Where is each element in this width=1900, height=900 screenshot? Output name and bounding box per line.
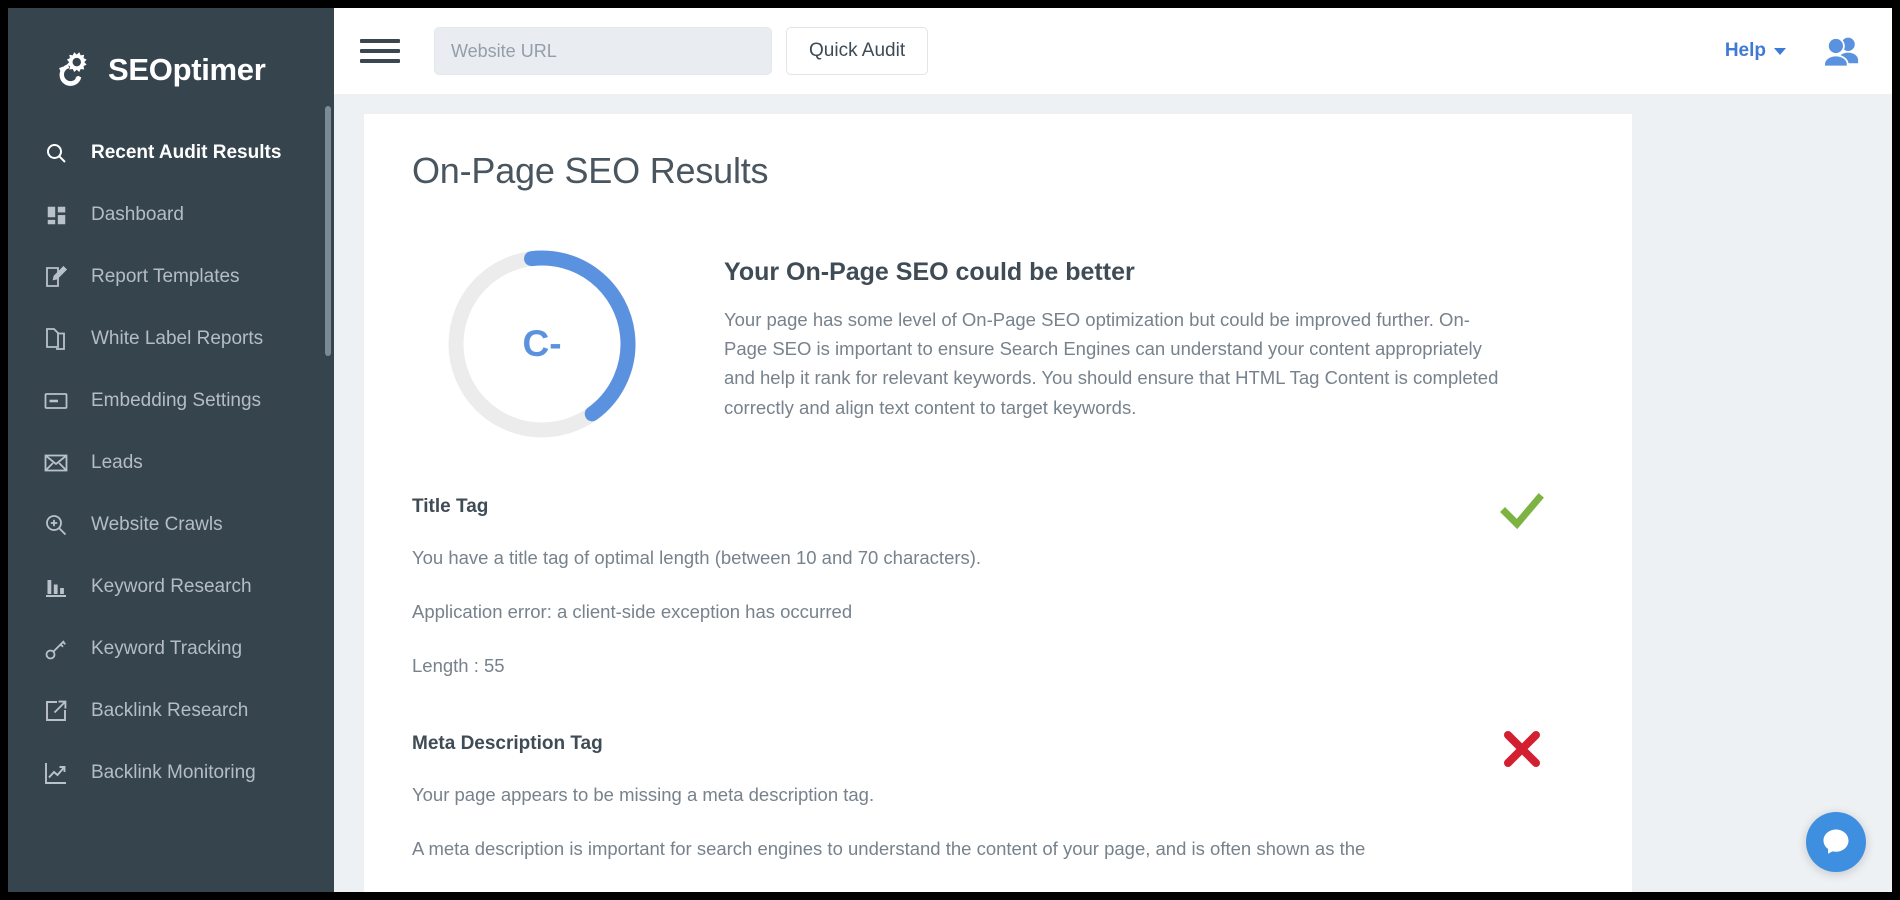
seo-score-grade: C- — [444, 246, 640, 442]
embed-card-icon — [43, 388, 69, 414]
trend-up-chart-icon — [43, 760, 69, 786]
main-content: On-Page SEO Results C- Your On-Page SEO … — [334, 94, 1892, 892]
topbar-right-group: Help — [1725, 35, 1862, 67]
check-mark-icon — [1500, 490, 1544, 539]
website-url-input[interactable] — [434, 27, 772, 75]
score-summary-text: Your On-Page SEO could be better Your pa… — [724, 246, 1504, 442]
check-line: A meta description is important for sear… — [412, 835, 1586, 863]
copy-documents-icon — [43, 326, 69, 352]
sidebar-item-leads[interactable]: Leads — [8, 432, 334, 494]
intercom-chat-icon[interactable] — [1806, 812, 1866, 872]
hamburger-bar — [360, 39, 400, 43]
grid-icon — [43, 202, 69, 228]
search-icon — [43, 140, 69, 166]
sidebar-item-label: Keyword Research — [91, 576, 252, 598]
check-line: Application error: a client-side excepti… — [412, 598, 1586, 626]
sidebar-item-label: Report Templates — [91, 266, 240, 288]
brand-name: SEOptimer — [108, 52, 266, 88]
summary-heading: Your On-Page SEO could be better — [724, 258, 1504, 287]
score-summary-row: C- Your On-Page SEO could be better Your… — [410, 246, 1586, 442]
seo-score-gauge: C- — [444, 246, 640, 442]
screen-root: SEOptimer Recent Audit Results Dashboard — [0, 0, 1900, 900]
sidebar-item-label: Backlink Monitoring — [91, 762, 256, 784]
bar-chart-icon — [43, 574, 69, 600]
pencil-square-icon — [43, 264, 69, 290]
brand-logo-block[interactable]: SEOptimer — [8, 8, 334, 104]
cross-mark-icon — [1500, 727, 1544, 776]
sidebar-item-keyword-research[interactable]: Keyword Research — [8, 556, 334, 618]
sidebar-item-label: Dashboard — [91, 204, 184, 226]
check-title: Meta Description Tag — [412, 733, 1586, 755]
sidebar-item-label: Embedding Settings — [91, 390, 261, 412]
check-line: Your page appears to be missing a meta d… — [412, 781, 1586, 809]
check-line: You have a title tag of optimal length (… — [412, 544, 1586, 572]
check-title: Title Tag — [412, 496, 1586, 518]
check-section-meta-description-tag: Meta Description Tag Your page appears t… — [410, 733, 1586, 863]
page-title: On-Page SEO Results — [412, 150, 1586, 192]
sidebar-item-label: Keyword Tracking — [91, 638, 242, 660]
help-dropdown[interactable]: Help — [1725, 40, 1786, 62]
sidebar-item-website-crawls[interactable]: Website Crawls — [8, 494, 334, 556]
sidebar-item-report-templates[interactable]: Report Templates — [8, 246, 334, 308]
sidebar-item-label: White Label Reports — [91, 328, 263, 350]
chevron-down-icon — [1774, 48, 1786, 55]
sidebar-item-recent-audit-results[interactable]: Recent Audit Results — [8, 122, 334, 184]
summary-body: Your page has some level of On-Page SEO … — [724, 305, 1504, 422]
key-icon — [43, 636, 69, 662]
sidebar-item-label: Backlink Research — [91, 700, 248, 722]
magnifier-plus-icon — [43, 512, 69, 538]
sidebar-item-label: Website Crawls — [91, 514, 223, 536]
sidebar-item-white-label-reports[interactable]: White Label Reports — [8, 308, 334, 370]
hamburger-icon[interactable] — [360, 36, 400, 66]
sidebar-scrollbar-thumb[interactable] — [325, 106, 331, 356]
sidebar-item-dashboard[interactable]: Dashboard — [8, 184, 334, 246]
sidebar-item-label: Leads — [91, 452, 143, 474]
seoptimer-gear-logo-icon — [50, 47, 96, 93]
quick-audit-button[interactable]: Quick Audit — [786, 27, 928, 75]
results-card: On-Page SEO Results C- Your On-Page SEO … — [364, 114, 1632, 892]
users-icon[interactable] — [1822, 35, 1862, 67]
sidebar-nav: Recent Audit Results Dashboard Report Te… — [8, 122, 334, 804]
hamburger-bar — [360, 59, 400, 63]
sidebar-item-backlink-research[interactable]: Backlink Research — [8, 680, 334, 742]
external-link-icon — [43, 698, 69, 724]
sidebar-item-label: Recent Audit Results — [91, 142, 281, 164]
help-label: Help — [1725, 40, 1766, 62]
sidebar-item-embedding-settings[interactable]: Embedding Settings — [8, 370, 334, 432]
sidebar-item-keyword-tracking[interactable]: Keyword Tracking — [8, 618, 334, 680]
hamburger-bar — [360, 49, 400, 53]
check-line: Length : 55 — [412, 652, 1586, 680]
sidebar-item-backlink-monitoring[interactable]: Backlink Monitoring — [8, 742, 334, 804]
check-section-title-tag: Title Tag You have a title tag of optima… — [410, 496, 1586, 679]
envelope-icon — [43, 450, 69, 476]
sidebar: SEOptimer Recent Audit Results Dashboard — [8, 8, 334, 892]
topbar: Quick Audit Help — [334, 8, 1892, 94]
browser-viewport: SEOptimer Recent Audit Results Dashboard — [8, 8, 1892, 892]
